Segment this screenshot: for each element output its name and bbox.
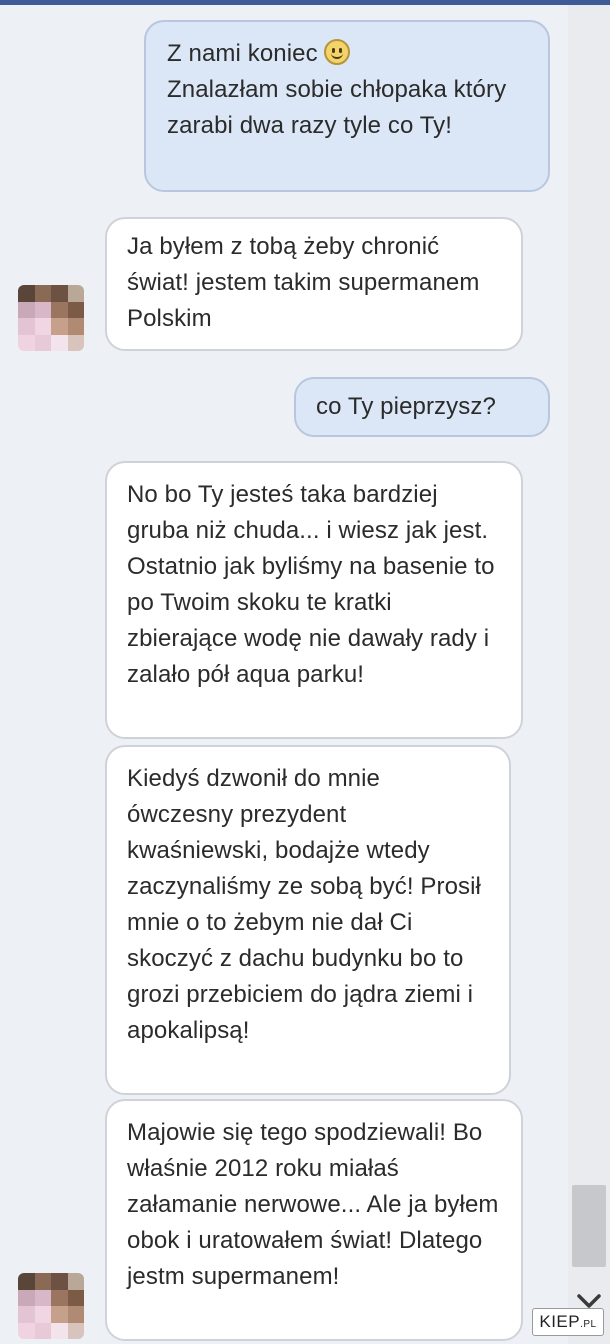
message-outgoing: co Ty pieprzysz? bbox=[294, 377, 550, 437]
message-text: Znalazłam sobie chłopaka który zarabi dw… bbox=[167, 76, 507, 139]
message-text: Z nami koniec bbox=[167, 39, 350, 67]
message-text: Kiedyś dzwonił do mnie ówczesny prezyden… bbox=[127, 765, 481, 1044]
scrollbar-thumb[interactable] bbox=[572, 1185, 606, 1267]
message-text: No bo Ty jesteś taka bardziej gruba niż … bbox=[127, 481, 495, 688]
avatar[interactable] bbox=[18, 285, 84, 351]
message-text: co Ty pieprzysz? bbox=[316, 393, 496, 420]
message-incoming: No bo Ty jesteś taka bardziej gruba niż … bbox=[105, 461, 523, 739]
watermark-brand: KIEP bbox=[539, 1312, 581, 1331]
smiley-icon bbox=[323, 39, 350, 65]
watermark-suffix: .PL bbox=[580, 1319, 597, 1330]
message-incoming: Ja byłem z tobą żeby chronić świat! jest… bbox=[105, 217, 523, 351]
message-text: Majowie się tego spodziewali! Bo właśnie… bbox=[127, 1119, 499, 1290]
message-outgoing: Z nami koniec Znalazłam sobie chłopaka k… bbox=[144, 20, 550, 192]
message-incoming: Majowie się tego spodziewali! Bo właśnie… bbox=[105, 1099, 523, 1341]
watermark-logo: KIEP.PL bbox=[532, 1308, 604, 1336]
message-text: Ja byłem z tobą żeby chronić świat! jest… bbox=[127, 233, 480, 332]
chat-thread[interactable]: Z nami koniec Znalazłam sobie chłopaka k… bbox=[0, 5, 568, 1344]
message-incoming: Kiedyś dzwonił do mnie ówczesny prezyden… bbox=[105, 745, 511, 1095]
avatar[interactable] bbox=[18, 1273, 84, 1339]
scrollbar-track[interactable] bbox=[568, 5, 610, 1344]
